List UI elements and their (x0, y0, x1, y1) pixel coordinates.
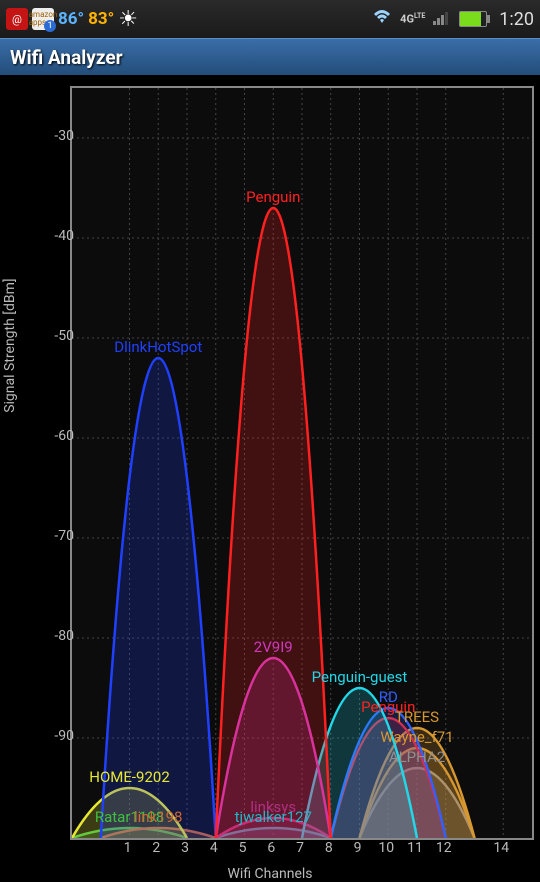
y-tick: -40 (34, 228, 74, 244)
x-tick: 9 (354, 840, 362, 856)
x-tick: 7 (296, 840, 304, 856)
y-tick: -50 (34, 328, 74, 344)
wifi-icon (372, 9, 392, 29)
y-tick: -30 (34, 128, 74, 144)
battery-icon (459, 11, 487, 27)
x-tick: 5 (239, 840, 247, 856)
y-tick: -60 (34, 428, 74, 444)
x-tick: 4 (210, 840, 218, 856)
y-axis-label: Signal Strength [dBm] (2, 278, 18, 412)
chart[interactable]: Signal Strength [dBm] Wifi Channels Peng… (0, 76, 540, 882)
x-tick: 3 (181, 840, 189, 856)
clock: 1:20 (499, 9, 534, 30)
chart-svg (72, 88, 532, 838)
x-tick: 1 (124, 840, 132, 856)
temp-current: 86° (58, 9, 84, 29)
x-tick: 10 (378, 840, 394, 856)
x-tick: 8 (325, 840, 333, 856)
y-tick: -80 (34, 628, 74, 644)
status-bar: @ amazonapps 1 86° 83° ☀ 4GLTE 1:20 (0, 0, 540, 38)
x-tick: 11 (407, 840, 423, 856)
mail-icon: @ (6, 8, 28, 30)
plot-area[interactable]: PenguinDlinkHotSpotPenguin-guest2V9I9RDP… (70, 86, 534, 840)
app-title-bar: Wifi Analyzer (0, 38, 540, 76)
x-axis-label: Wifi Channels (227, 866, 312, 882)
y-tick: -70 (34, 528, 74, 544)
x-tick: 14 (493, 840, 509, 856)
x-tick: 2 (152, 840, 160, 856)
temp-high: 83° (88, 9, 114, 29)
appstore-icon: amazonapps 1 (32, 8, 54, 30)
network-icon: 4GLTE (400, 12, 425, 26)
y-tick: -90 (34, 728, 74, 744)
signal-icon (433, 9, 451, 29)
x-tick: 12 (436, 840, 452, 856)
weather-icon: ☀ (118, 7, 138, 32)
x-tick: 6 (267, 840, 275, 856)
app-title: Wifi Analyzer (10, 46, 123, 69)
